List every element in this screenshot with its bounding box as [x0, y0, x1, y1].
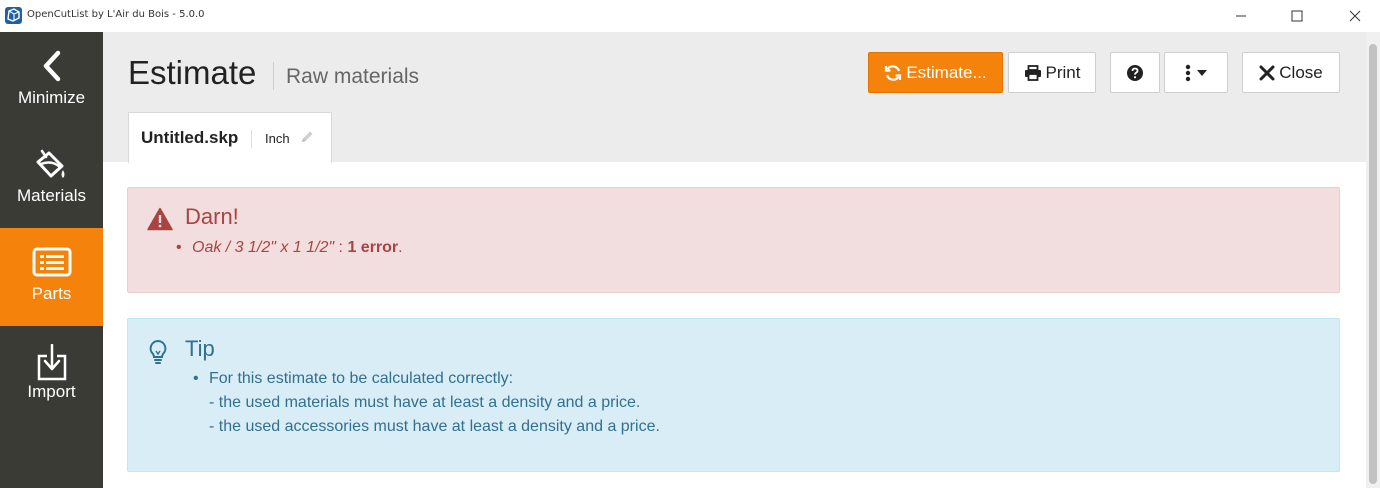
more-options-button[interactable]	[1164, 52, 1228, 93]
sidebar-item-parts[interactable]: Parts	[0, 228, 103, 326]
scrollbar-thumb[interactable]	[1369, 44, 1377, 484]
pencil-icon[interactable]	[300, 130, 314, 149]
warning-icon	[147, 207, 173, 236]
caret-down-icon	[1197, 69, 1207, 76]
tip-line: - the used materials must have at least …	[209, 394, 641, 411]
vertical-scrollbar[interactable]	[1366, 32, 1380, 488]
window-title: OpenCutList by L'Air du Bois - 5.0.0	[27, 9, 205, 20]
sidebar-item-label: Parts	[31, 284, 72, 303]
error-item-separator: :	[334, 239, 348, 256]
tip-list: • For this estimate to be calculated cor…	[193, 367, 660, 439]
title-divider	[273, 62, 274, 90]
page-header: Estimate Raw materials Estimate... Print…	[103, 32, 1366, 163]
tip-item: • For this estimate to be calculated cor…	[193, 367, 660, 439]
error-item: • Oak / 3 1/2" x 1 1/2" : 1 error.	[176, 236, 403, 260]
sidebar-item-minimize[interactable]: Minimize	[0, 32, 103, 130]
sidebar-item-label: Minimize	[17, 88, 86, 107]
bullet: •	[176, 239, 182, 256]
error-title: Darn!	[185, 204, 239, 229]
sidebar-item-label: Materials	[17, 186, 86, 205]
file-name: Untitled.skp	[141, 128, 239, 147]
error-item-name: Oak / 3 1/2" x 1 1/2"	[192, 239, 335, 256]
file-tab[interactable]: Untitled.skp Inch	[128, 112, 332, 163]
sidebar: Minimize Materials Parts Import	[0, 32, 103, 488]
chevron-left-icon	[0, 50, 103, 86]
close-button[interactable]: Close	[1242, 52, 1340, 93]
sidebar-item-label: Import	[27, 382, 76, 401]
page-subtitle: Raw materials	[286, 65, 420, 88]
tip-line: - the used accessories must have at leas…	[209, 418, 660, 435]
close-button-label: Close	[1279, 62, 1323, 82]
tip-alert: Tip • For this estimate to be calculated…	[127, 318, 1340, 472]
print-button[interactable]: Print	[1008, 52, 1096, 93]
estimate-button-label: Estimate...	[906, 62, 987, 82]
help-button[interactable]	[1110, 52, 1160, 93]
window-titlebar: OpenCutList by L'Air du Bois - 5.0.0	[0, 0, 1380, 32]
error-alert: Darn! • Oak / 3 1/2" x 1 1/2" : 1 error.	[127, 187, 1340, 293]
lightbulb-icon	[147, 339, 169, 370]
import-icon	[0, 344, 103, 381]
paint-bucket-icon	[0, 148, 103, 184]
app-icon	[5, 7, 22, 24]
tip-title: Tip	[185, 336, 215, 361]
sidebar-item-import[interactable]: Import	[0, 326, 103, 424]
print-button-label: Print	[1045, 62, 1081, 82]
estimate-button[interactable]: Estimate...	[868, 52, 1003, 93]
printer-icon	[1024, 64, 1042, 81]
refresh-icon	[884, 64, 902, 82]
question-circle-icon	[1126, 64, 1144, 82]
window-close-button[interactable]	[1332, 0, 1378, 32]
close-icon	[1259, 65, 1275, 81]
error-list: • Oak / 3 1/2" x 1 1/2" : 1 error.	[176, 236, 403, 260]
tip-line: For this estimate to be calculated corre…	[209, 370, 514, 387]
bullet: •	[193, 370, 199, 387]
sidebar-item-materials[interactable]: Materials	[0, 130, 103, 228]
ellipsis-vertical-icon	[1185, 64, 1191, 82]
tab-divider	[251, 130, 252, 148]
window-maximize-button[interactable]	[1274, 0, 1320, 32]
unit-label: Inch	[265, 131, 290, 146]
window-minimize-button[interactable]	[1218, 0, 1264, 32]
page-title: Estimate	[128, 54, 257, 91]
error-item-end: .	[398, 239, 403, 256]
error-count: 1 error	[347, 239, 399, 256]
list-icon	[0, 246, 103, 282]
